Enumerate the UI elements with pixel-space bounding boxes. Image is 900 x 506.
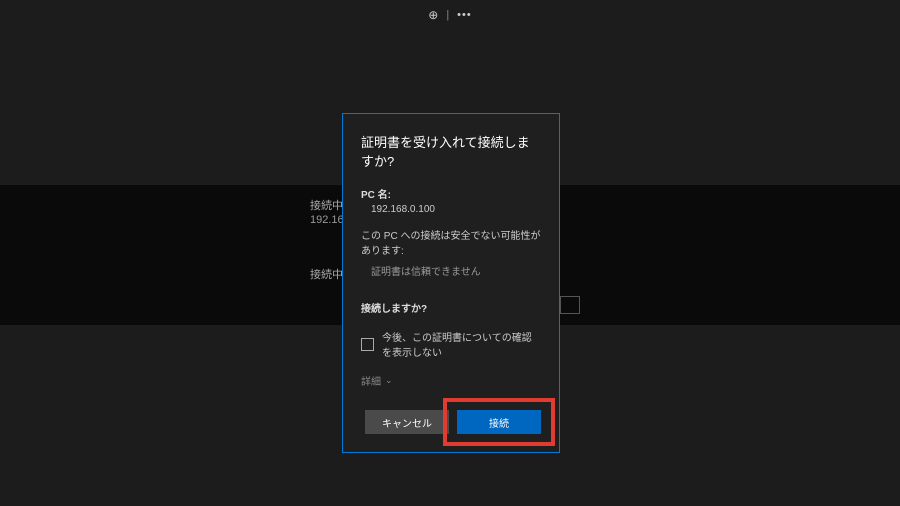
details-expander[interactable]: 詳細 ⌄ bbox=[361, 373, 541, 388]
toolbar-divider: | bbox=[446, 9, 449, 21]
pc-name-value: 192.168.0.100 bbox=[371, 204, 541, 215]
pc-name-label: PC 名: bbox=[361, 186, 541, 201]
warning-text: この PC への接続は安全でない可能性があります: bbox=[361, 227, 541, 257]
cancel-button[interactable]: キャンセル bbox=[365, 410, 449, 434]
dont-ask-label: 今後、この証明書についての確認を表示しない bbox=[382, 329, 541, 359]
certificate-dialog: 証明書を受け入れて接続しますか? PC 名: 192.168.0.100 この … bbox=[342, 113, 560, 453]
bg-partial-button bbox=[560, 296, 580, 314]
bg-connecting-label: 接続中 bbox=[310, 197, 343, 213]
top-toolbar: ⊕ | ••• bbox=[0, 8, 900, 22]
connect-question: 接続しますか? bbox=[361, 300, 541, 315]
details-label: 詳細 bbox=[361, 373, 381, 388]
dont-ask-checkbox[interactable] bbox=[361, 338, 374, 351]
connect-button[interactable]: 接続 bbox=[457, 410, 541, 434]
dialog-button-row: キャンセル 接続 bbox=[361, 410, 541, 434]
chevron-down-icon: ⌄ bbox=[385, 375, 393, 386]
dialog-title: 証明書を受け入れて接続しますか? bbox=[361, 132, 541, 170]
dont-ask-checkbox-row[interactable]: 今後、この証明書についての確認を表示しない bbox=[361, 329, 541, 359]
zoom-icon[interactable]: ⊕ bbox=[428, 8, 438, 22]
more-icon[interactable]: ••• bbox=[457, 9, 472, 21]
warning-detail: 証明書は信頼できません bbox=[371, 263, 541, 278]
